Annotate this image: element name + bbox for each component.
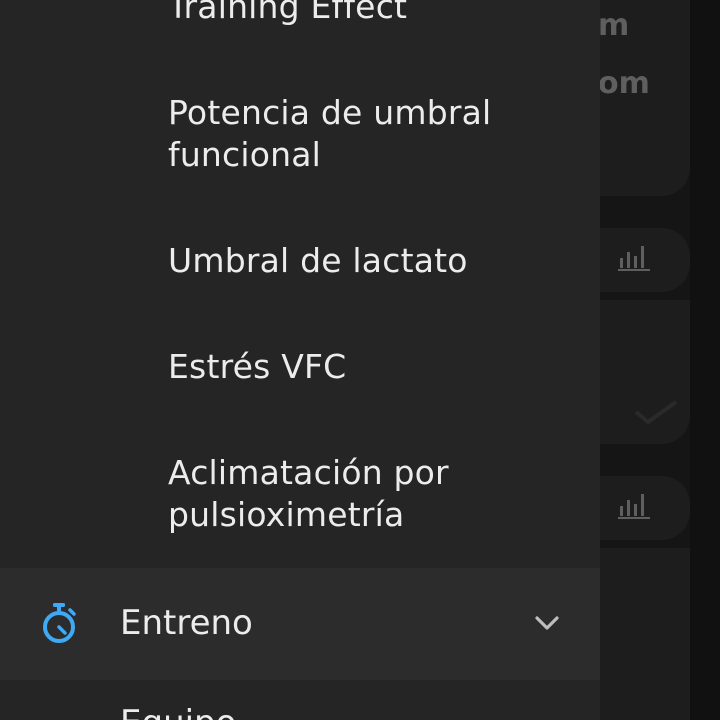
screen: m om Training Effect Potencia de umbral … xyxy=(0,0,720,720)
checkmark-icon xyxy=(634,400,678,425)
stopwatch-icon xyxy=(43,603,76,643)
drawer-item-ftp[interactable]: Potencia de umbral funcional xyxy=(168,92,588,176)
drawer-item-equipment[interactable]: Equipo xyxy=(120,702,236,720)
screen-edge xyxy=(690,0,720,720)
drawer-item-training-effect[interactable]: Training Effect xyxy=(168,0,588,28)
drawer-item-pulse-ox-acclimation[interactable]: Aclimatación por pulsioximetría xyxy=(168,452,588,536)
drawer-section-training[interactable]: Entreno xyxy=(0,568,600,680)
drawer-section-label: Entreno xyxy=(120,603,253,643)
drawer-item-hrv-stress[interactable]: Estrés VFC xyxy=(168,346,588,388)
bar-chart-icon xyxy=(618,494,650,519)
background-partial-text: m xyxy=(598,8,630,43)
drawer-item-lactate-threshold[interactable]: Umbral de lactato xyxy=(168,240,588,282)
navigation-drawer: Training Effect Potencia de umbral funci… xyxy=(0,0,600,720)
background-partial-text: om xyxy=(598,66,650,101)
bar-chart-icon xyxy=(618,246,650,271)
chevron-down-icon[interactable] xyxy=(532,608,562,638)
